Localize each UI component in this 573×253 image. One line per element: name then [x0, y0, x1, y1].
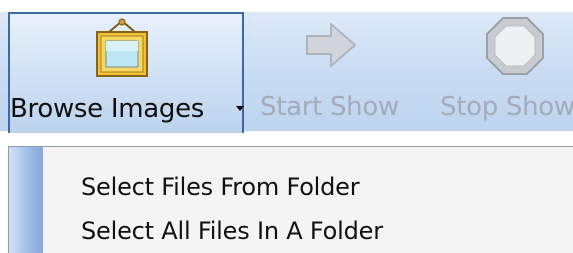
picture-frame-icon	[93, 18, 151, 84]
stop-octagon-icon	[485, 16, 545, 80]
browse-images-button[interactable]: Browse Images	[8, 12, 244, 133]
menu-item-label: Select All Files In A Folder	[81, 217, 383, 245]
dropdown-arrow-icon[interactable]	[236, 106, 244, 111]
arrow-right-icon	[305, 22, 357, 72]
browse-images-label: Browse Images	[10, 94, 205, 124]
start-show-button[interactable]: Start Show	[250, 12, 420, 131]
menu-item-select-files-from-folder[interactable]: Select Files From Folder	[43, 165, 573, 211]
toolbar: Browse Images Start Show Stop Show	[0, 12, 573, 133]
menu-icon-gutter	[9, 147, 43, 253]
stop-show-label: Stop Show	[440, 92, 573, 122]
start-show-label: Start Show	[260, 92, 399, 122]
menu-item-select-all-files-in-folder[interactable]: Select All Files In A Folder	[43, 209, 573, 253]
app-window: Browse Images Start Show Stop Show Selec…	[0, 0, 573, 253]
stop-show-button[interactable]: Stop Show	[430, 12, 573, 131]
browse-images-dropdown-menu: Select Files From Folder Select All File…	[8, 146, 573, 253]
menu-item-label: Select Files From Folder	[81, 173, 360, 201]
